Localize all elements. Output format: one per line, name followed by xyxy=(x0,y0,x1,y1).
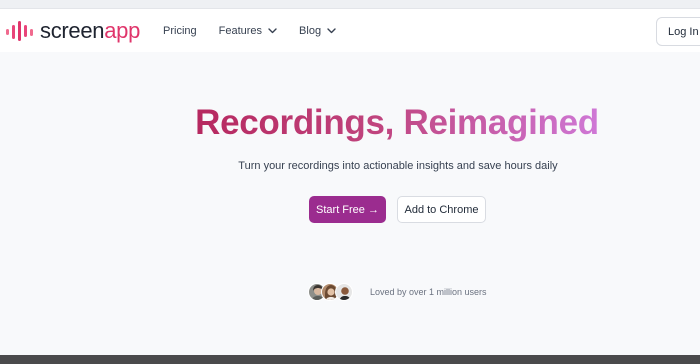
bottom-bar xyxy=(0,355,700,364)
start-free-button[interactable]: Start Free → xyxy=(309,196,386,223)
brand-name-part2: app xyxy=(104,17,141,43)
user-avatars xyxy=(308,283,356,301)
avatar xyxy=(335,283,353,301)
nav-item-pricing[interactable]: Pricing xyxy=(163,25,197,37)
chevron-down-icon xyxy=(268,27,277,33)
hero-title: Recordings, Reimagined xyxy=(0,103,700,143)
navbar: screen app Pricing Features Blog Log In xyxy=(0,9,700,52)
nav-item-label: Blog xyxy=(299,24,322,37)
brand-logo[interactable]: screen app xyxy=(5,9,140,52)
main-nav: Pricing Features Blog xyxy=(163,9,336,52)
brand-wordmark: screen app xyxy=(40,18,140,44)
waveform-logo-icon xyxy=(6,20,33,41)
nav-item-blog[interactable]: Blog xyxy=(299,25,336,37)
add-to-chrome-button[interactable]: Add to Chrome xyxy=(397,196,486,223)
chevron-down-icon xyxy=(327,27,336,33)
browser-top-strip xyxy=(0,0,700,9)
nav-item-label: Pricing xyxy=(163,24,197,37)
brand-name-part1: screen xyxy=(40,17,105,43)
social-proof-text: Loved by over 1 million users xyxy=(370,287,487,297)
login-button[interactable]: Log In xyxy=(656,17,700,46)
nav-item-label: Features xyxy=(218,24,263,37)
hero-title-text: Recordings, Reimagined xyxy=(195,103,599,142)
hero-subtitle: Turn your recordings into actionable ins… xyxy=(238,160,558,172)
nav-item-features[interactable]: Features xyxy=(219,25,277,37)
